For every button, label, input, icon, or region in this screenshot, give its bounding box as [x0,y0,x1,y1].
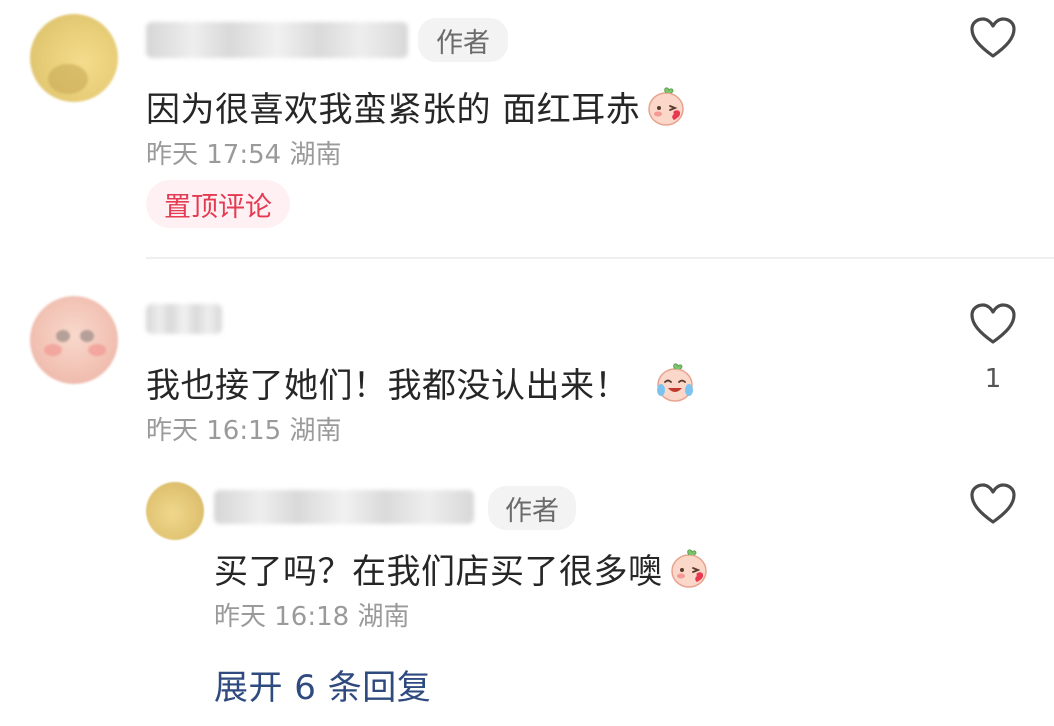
avatar[interactable] [30,14,118,102]
reply-location: 湖南 [357,602,410,632]
reply-time: 昨天 16:18 [214,602,350,632]
author-tag: 作者 [488,486,576,530]
comment-location: 湖南 [289,416,342,446]
comment-text: 我也接了她们！我都没认出来！ [146,358,697,406]
comment-text-label: 因为很喜欢我蛮紧张的 面红耳赤 [146,89,641,130]
comment-location: 湖南 [289,140,342,170]
like-heart-icon[interactable] [969,482,1017,526]
laughing-crying-peach-emoji-icon [653,360,697,404]
like-heart-icon[interactable] [969,302,1017,346]
avatar[interactable] [30,296,118,384]
pinned-comment-badge: 置顶评论 [146,180,290,228]
reply-text-label: 买了吗？在我们店买了很多噢 [214,551,663,592]
blushing-peach-emoji-icon [667,546,711,590]
comment-text: 因为很喜欢我蛮紧张的 面红耳赤 [146,82,688,130]
comment-time: 昨天 17:54 [146,140,282,170]
divider [146,257,1054,259]
comment-text-label: 我也接了她们！我都没认出来！ [146,365,629,406]
author-tag: 作者 [418,18,508,62]
username-blurred[interactable] [146,304,222,334]
comment-meta: 昨天 17:54 湖南 [146,134,341,171]
avatar[interactable] [146,482,204,540]
like-count: 1 [984,364,1002,394]
reply-meta: 昨天 16:18 湖南 [214,596,409,633]
comment-meta: 昨天 16:15 湖南 [146,410,341,447]
expand-replies-link[interactable]: 展开 6 条回复 [214,660,431,709]
like-heart-icon[interactable] [969,16,1017,60]
reply-text: 买了吗？在我们店买了很多噢 [214,544,711,592]
username-blurred[interactable] [214,490,474,524]
blushing-peach-emoji-icon [644,84,688,128]
comment-time: 昨天 16:15 [146,416,282,446]
username-blurred[interactable] [146,22,408,58]
